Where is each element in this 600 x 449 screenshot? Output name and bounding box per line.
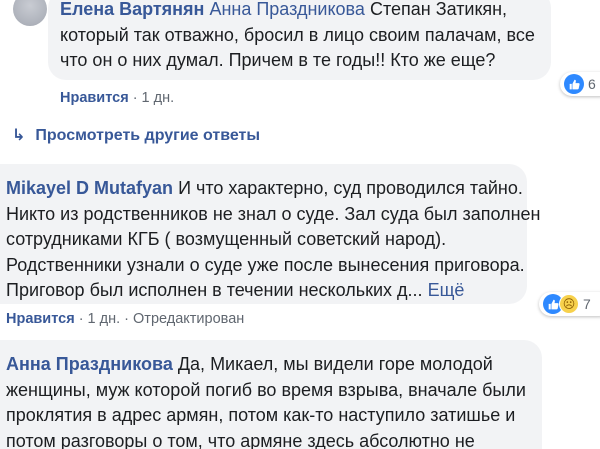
like-button[interactable]: Нравится — [60, 90, 129, 106]
comment-line: женщины, муж которой погиб во время взры… — [6, 379, 526, 400]
like-button[interactable]: Нравится — [6, 311, 75, 327]
comment-line: Приговор был исполнен в течении нескольк… — [6, 280, 423, 300]
comment-author[interactable]: Анна Праздникова — [6, 354, 173, 374]
reply-arrow-icon: ↳ — [12, 127, 26, 144]
reaction-count: 7 — [583, 296, 591, 312]
comment-meta: Нравится · 1 дн. — [60, 90, 175, 106]
comment-meta: Нравится · 1 дн. · Отредактирован — [6, 311, 245, 327]
comment-line: Родственники узнали о суде уже после вын… — [6, 254, 525, 275]
comment-text: Анна Праздникова Да, Микаел, мы видели г… — [6, 352, 526, 449]
view-replies-label: Просмотреть другие ответы — [35, 127, 261, 144]
view-more-replies-link[interactable]: ↳ Просмотреть другие ответы — [12, 125, 260, 145]
comment-line: проклятия в адрес армян, потом как-то на… — [6, 405, 516, 425]
comment-line: Степан Затикян, — [369, 0, 508, 19]
comment-author[interactable]: Елена Вартянян — [60, 0, 204, 19]
mention-tag[interactable]: Анна Праздникова — [209, 0, 364, 19]
avatar[interactable] — [13, 0, 47, 26]
sad-face-icon: ☹ — [559, 294, 579, 314]
reaction-summary[interactable]: ☹ 7 — [539, 292, 600, 316]
thumbs-up-icon — [564, 74, 584, 94]
comment-line: сотрудниками КГБ ( возмущенный советский… — [6, 229, 447, 249]
comment-text: Елена Вартянян Анна Праздникова Степан З… — [60, 0, 535, 74]
comment-time[interactable]: 1 дн. — [142, 90, 175, 106]
comment-line: Никто из родственников не знал о суде. З… — [6, 203, 541, 224]
comment-line: потом разговоры о том, что армяне здесь … — [6, 430, 475, 449]
comment-line: что он о них думал. Причем в те годы!! К… — [60, 50, 496, 70]
see-more-link[interactable]: Ещё — [428, 280, 465, 300]
comment-author[interactable]: Mikayel D Mutafyan — [6, 178, 173, 198]
comment-line: Да, Микаел, мы видели горе молодой — [177, 354, 493, 374]
reaction-summary[interactable]: 6 — [560, 72, 600, 96]
reaction-count: 6 — [588, 76, 596, 92]
comment-line: который так отважно, бросил в лицо своим… — [60, 24, 535, 45]
comment-time[interactable]: 1 дн. — [88, 311, 121, 327]
comment-line: И что характерно, суд проводился тайно. — [178, 178, 523, 198]
edited-label[interactable]: Отредактирован — [133, 311, 244, 327]
comment-text: Mikayel D Mutafyan И что характерно, суд… — [6, 176, 541, 304]
